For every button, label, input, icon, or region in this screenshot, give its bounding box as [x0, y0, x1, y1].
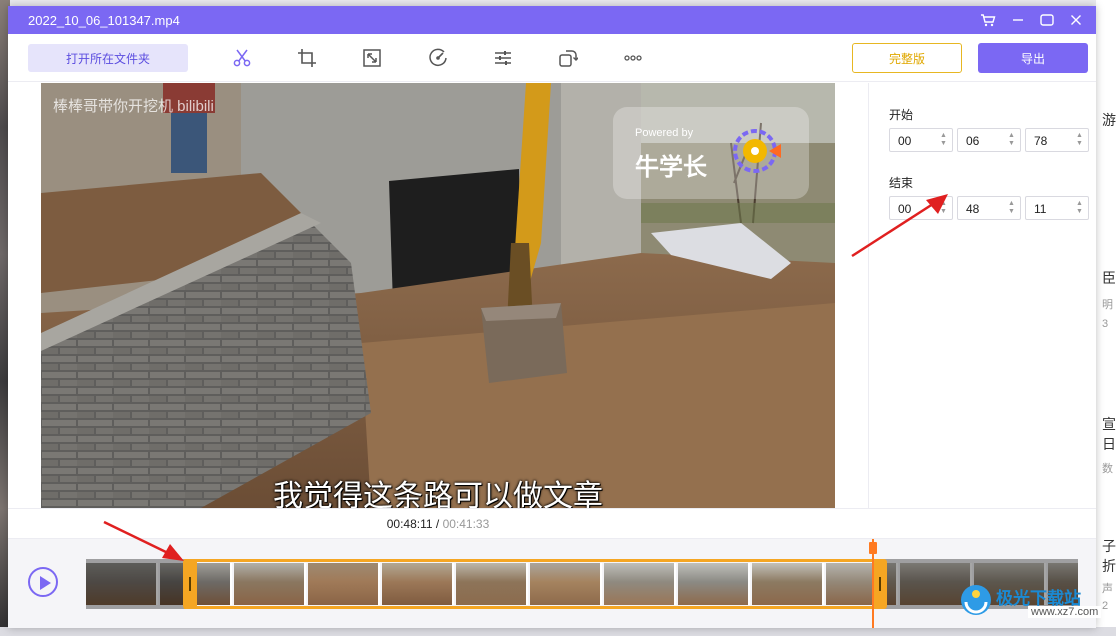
close-icon[interactable] [1064, 10, 1088, 30]
stepper-arrows-icon[interactable]: ▲ ▼ [939, 132, 948, 148]
annotation-arrow-icon [103, 520, 184, 561]
brand-watermark: Powered by 牛学长 [613, 107, 809, 199]
video-subtitle: 我觉得这条路可以做文章 [273, 480, 603, 508]
desktop-background-bottom [0, 627, 1116, 636]
start-second-stepper[interactable]: 78 ▲ ▼ [1025, 128, 1089, 152]
adjust-icon[interactable] [491, 46, 515, 70]
play-button[interactable] [28, 567, 58, 597]
rotate-icon[interactable] [556, 46, 580, 70]
crop-icon[interactable] [295, 46, 319, 70]
stepper-arrows-icon[interactable]: ▲ ▼ [1007, 200, 1016, 216]
stepper-arrows-icon[interactable]: ▲ ▼ [1075, 132, 1084, 148]
brand-logo-icon [733, 129, 781, 173]
desktop-text-fragment: 臣 [1102, 270, 1116, 286]
playhead-marker-icon[interactable] [869, 542, 877, 554]
minimize-icon[interactable] [1006, 10, 1030, 30]
trim-start-handle[interactable] [183, 559, 197, 609]
desktop-text-fragment: 数 [1102, 463, 1113, 475]
end-second-stepper[interactable]: 11 ▲ ▼ [1025, 196, 1089, 220]
current-time: 00:48:11 [386, 517, 433, 531]
desktop-text-fragment: 3 [1102, 318, 1109, 330]
export-button[interactable]: 导出 [978, 43, 1088, 73]
start-hour-stepper[interactable]: 00 ▲ ▼ [889, 128, 953, 152]
cart-icon[interactable] [976, 10, 1000, 30]
desktop-text-fragment: 声 [1102, 583, 1113, 595]
toolbar: 打开所在文件夹 完整版 导出 [8, 34, 1096, 82]
site-watermark: 极光下载站 www.xz7.com [958, 580, 1102, 628]
trim-selection[interactable] [184, 559, 884, 609]
time-separator: / [432, 517, 443, 531]
stepper-arrows-icon[interactable]: ▲ ▼ [1007, 132, 1016, 148]
unselected-region-left [86, 559, 186, 609]
desktop-text-fragment: 明 [1102, 299, 1113, 311]
desktop-text-fragment: 日 [1102, 436, 1116, 452]
site-logo-icon [961, 585, 991, 615]
more-icon[interactable] [621, 46, 645, 70]
full-version-button[interactable]: 完整版 [852, 43, 962, 73]
stepper-arrows-icon[interactable]: ▲ ▼ [1075, 200, 1084, 216]
site-url: www.xz7.com [1028, 606, 1102, 618]
start-minute-stepper[interactable]: 06 ▲ ▼ [957, 128, 1021, 152]
trim-end-handle[interactable] [873, 559, 887, 609]
resize-icon[interactable] [360, 46, 384, 70]
open-folder-button[interactable]: 打开所在文件夹 [28, 44, 188, 72]
window-title: 2022_10_06_101347.mp4 [28, 13, 180, 28]
brand-name: 牛学长 [635, 154, 707, 181]
total-time: 00:41:33 [442, 517, 490, 531]
maximize-icon[interactable] [1035, 10, 1059, 30]
trim-panel: 开始 00 ▲ ▼ 06 ▲ ▼ 78 ▲ ▼ 结束 00 ▲ ▼ 48 ▲ ▼ 11 ▲… [868, 83, 1096, 508]
desktop-text-fragment: 折 [1102, 558, 1116, 574]
video-preview[interactable]: 棒棒哥带你开挖机 bilibili Powered by 牛学长 我觉得这条路可… [41, 83, 835, 508]
powered-by-text: Powered by [635, 127, 694, 139]
title-bar: 2022_10_06_101347.mp4 [8, 6, 1096, 34]
desktop-background-right: 游 臣 明 3 宣 日 数 子 折 声 2 [1096, 0, 1116, 636]
start-label: 开始 [889, 108, 914, 122]
scissors-icon[interactable] [230, 46, 254, 70]
desktop-text-fragment: 子 [1102, 538, 1116, 554]
desktop-text-fragment: 游 [1102, 112, 1116, 128]
speed-icon[interactable] [426, 46, 450, 70]
desktop-text-fragment: 宣 [1102, 416, 1116, 432]
end-minute-stepper[interactable]: 48 ▲ ▼ [957, 196, 1021, 220]
annotation-arrow-icon [851, 194, 948, 258]
preview-area: 棒棒哥带你开挖机 bilibili Powered by 牛学长 我觉得这条路可… [8, 83, 868, 508]
video-watermark: 棒棒哥带你开挖机 bilibili [53, 98, 214, 115]
desktop-text-fragment: 2 [1102, 600, 1109, 612]
